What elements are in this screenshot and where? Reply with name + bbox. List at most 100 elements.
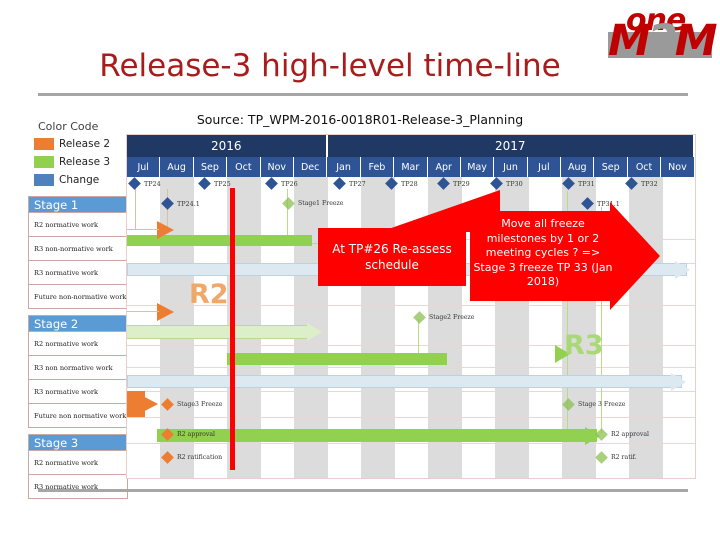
milestone: Stage2 Freeze [413,311,475,324]
task-row: R3 normative work [28,380,128,404]
diamond-icon [265,177,278,190]
month-cell: Jun [494,157,528,177]
legend-swatch-change [34,173,54,186]
milestone-label: Stage2 Freeze [429,314,475,321]
diamond-icon [581,197,594,210]
gantt-bar [127,235,312,246]
task-name-table: Stage 1 R2 normative work R3 non-normati… [28,196,128,499]
diamond-icon [562,177,575,190]
month-cell: Mar [394,157,428,177]
callout-move-freeze-text: Move all freeze milestones by 1 or 2 mee… [473,217,613,289]
year-cell-2016: 2016 [127,135,328,157]
tp-marker-label: TP28 [401,179,418,188]
tp-marker: TP26 [265,177,298,190]
gantt-bar [157,429,597,442]
tp-marker: TP32 [625,177,658,190]
stage-header-1: Stage 1 [28,196,128,213]
milestone-label: Stage1 Freeze [298,200,344,207]
diamond-icon [562,398,575,411]
month-cell: Aug [160,157,194,177]
row-separator [127,443,695,444]
milestone-label: R2 approval [177,431,216,438]
task-row: R3 non normative work [28,356,128,380]
month-cell: Jan [327,157,361,177]
tp-marker-label: TP31 [578,179,595,188]
gantt-bar [127,325,309,339]
diamond-icon [437,177,450,190]
tp-marker: TP25 [198,177,231,190]
task-row: R2 normative work [28,332,128,356]
row-separator [127,367,695,368]
task-row: R3 normative work [28,475,128,499]
diamond-icon [490,177,503,190]
connector [127,311,159,312]
month-cell: May [460,157,495,177]
tp-marker: TP24 [128,177,161,190]
task-row: R2 normative work [28,213,128,237]
legend-item-change: Change [34,172,130,187]
tp-marker-label: TP27 [349,179,366,188]
task-row: R2 normative work [28,451,128,475]
row-separator [127,417,695,418]
tp-marker: TP31 [562,177,595,190]
gantt-bar [127,375,682,388]
tp-marker: TP24.1 [161,197,200,210]
stage-header-3: Stage 3 [28,434,128,451]
diamond-icon [161,451,174,464]
diamond-icon [161,398,174,411]
gantt-year-row: 2016 2017 [127,135,695,157]
connector [135,185,136,229]
month-cell: Nov [260,157,294,177]
month-cell: Jul [527,157,562,177]
milestone-label: Stage 3 Freeze [578,401,626,408]
connector [127,229,159,230]
month-cell: Oct [627,157,662,177]
task-row: R3 non-normative work [28,237,128,261]
diamond-icon [625,177,638,190]
stage-group-1: Stage 1 R2 normative work R3 non-normati… [28,196,128,309]
milestone: R2 ratification [161,451,223,464]
diamond-icon [161,428,174,441]
task-row: Future non-normative work [28,285,128,309]
legend-item-release-3: Release 3 [34,154,130,169]
diamond-icon [128,177,141,190]
r2-arrow-stage1 [157,221,174,239]
stage-group-2: Stage 2 R2 normative work R3 non normati… [28,315,128,428]
legend-item-release-2: Release 2 [34,136,130,151]
page-title: Release-3 high-level time-line [99,48,561,84]
slide: one M2M Release-3 high-level time-line S… [0,0,720,540]
legend-label-change: Change [59,173,100,186]
milestone: Stage3 Freeze [161,398,223,411]
task-row: R3 normative work [28,261,128,285]
diamond-icon [161,197,174,210]
diamond-icon [385,177,398,190]
month-cell: Oct [227,157,261,177]
diamond-icon [595,428,608,441]
milestone: R2 approval [595,428,649,441]
month-cell: Sep [594,157,628,177]
row-separator [127,391,695,392]
tp-marker-label: TP30 [506,179,523,188]
gantt-month-row: Jul Aug Sep Oct Nov Dec Jan Feb Mar Apr … [127,157,695,177]
milestone-label: R2 ratification [177,454,223,461]
tp-marker: TP30 [490,177,523,190]
month-cell: Sep [193,157,228,177]
watermark-r3: R3 [564,330,604,361]
legend-swatch-release-2 [34,137,54,150]
diamond-icon [198,177,211,190]
logo-m2: M [674,16,718,66]
arrow-head-icon [610,202,660,310]
month-cell: Feb [360,157,395,177]
row-separator [127,345,695,346]
legend-label-release-2: Release 2 [59,137,111,150]
month-cell: Jul [127,157,161,177]
stage-header-2: Stage 2 [28,315,128,332]
diamond-icon [282,197,295,210]
tp-marker-label: TP32 [641,179,658,188]
month-cell: Aug [561,157,595,177]
milestone-label: R2 ratif. [611,454,637,461]
milestone-label: Stage3 Freeze [177,401,223,408]
tp-marker-label: TP24 [144,179,161,188]
tp-marker-label: TP26 [281,179,298,188]
diamond-icon [595,451,608,464]
